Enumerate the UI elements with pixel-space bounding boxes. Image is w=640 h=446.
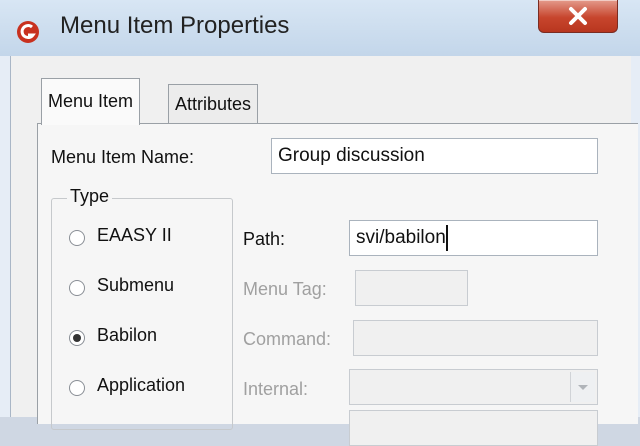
close-button[interactable] (538, 0, 618, 33)
radio-babilon-label[interactable]: Babilon (97, 325, 157, 346)
close-icon (569, 7, 587, 25)
type-group-label: Type (67, 186, 113, 207)
command-input[interactable] (353, 320, 598, 356)
menu-item-name-input[interactable]: Group discussion (271, 138, 598, 174)
radio-babilon[interactable] (69, 330, 85, 346)
radio-eaasy-ii[interactable] (69, 230, 85, 246)
dialog-window: Menu Item Properties Menu Item Attribute… (0, 0, 640, 446)
menu-item-name-label: Menu Item Name: (51, 147, 195, 167)
tab-menu-item[interactable]: Menu Item (41, 78, 141, 125)
command-label: Command: (243, 329, 332, 349)
path-input[interactable]: svi/babilon (349, 220, 598, 256)
path-input-value: svi/babilon (356, 227, 446, 248)
window-title: Menu Item Properties (60, 12, 290, 39)
partially-visible-field[interactable] (349, 410, 598, 446)
dialog-client-area: Menu Item Attributes Menu Item Name: Gro… (10, 56, 638, 446)
internal-combobox[interactable] (349, 369, 598, 405)
chevron-down-icon (578, 385, 588, 390)
radio-application[interactable] (69, 380, 85, 396)
radio-submenu[interactable] (69, 280, 85, 296)
title-bar[interactable]: Menu Item Properties (0, 0, 640, 56)
menu-tag-input[interactable] (355, 270, 468, 306)
radio-submenu-label[interactable]: Submenu (97, 275, 174, 296)
app-logo-icon (17, 21, 39, 43)
internal-label: Internal: (243, 379, 309, 399)
radio-selected-dot (73, 334, 81, 342)
path-label: Path: (243, 229, 286, 249)
radio-application-label[interactable]: Application (97, 375, 185, 396)
tab-attributes[interactable]: Attributes (168, 84, 259, 123)
text-caret (445, 224, 448, 251)
menu-tag-label: Menu Tag: (243, 279, 327, 299)
radio-eaasy-ii-label[interactable]: EAASY II (97, 225, 172, 246)
internal-dropdown-button[interactable] (570, 372, 595, 402)
